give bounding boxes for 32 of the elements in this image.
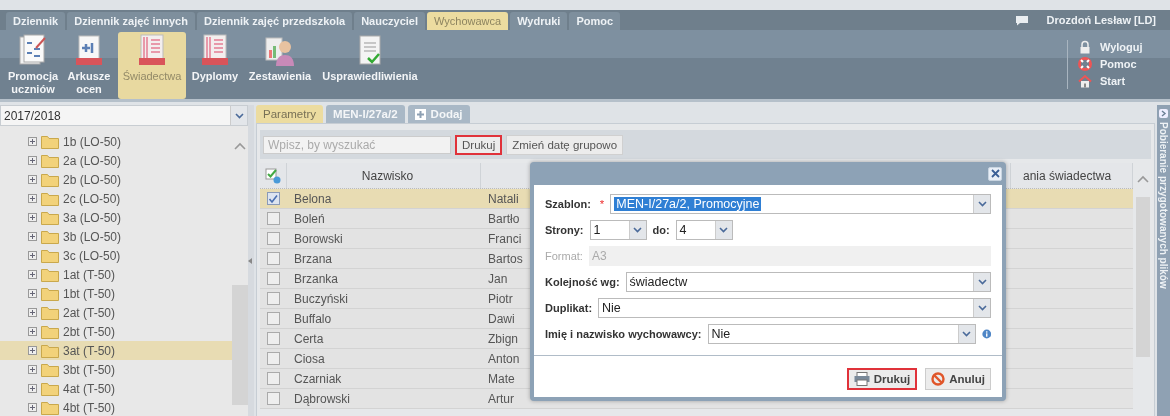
field-label: do: xyxy=(652,224,670,236)
table-cell: Bartło xyxy=(488,211,520,226)
table-cell: Brzana xyxy=(294,251,333,266)
field-label: Imię i nazwisko wychowawcy: xyxy=(545,328,702,340)
table-cell: Jan xyxy=(488,271,508,286)
table-cell: Buffalo xyxy=(294,311,332,326)
table-cell: Ciosa xyxy=(294,351,325,366)
table-cell: Dawi xyxy=(488,311,515,326)
table-cell: Dąbrowski xyxy=(294,391,350,406)
table-cell: Zbign xyxy=(488,331,519,346)
table-cell: Mate xyxy=(488,371,515,386)
field-label: Szablon: xyxy=(545,198,591,210)
field-label: Format: xyxy=(545,250,583,262)
required-mark: * xyxy=(599,198,605,210)
table-cell: Piotr xyxy=(488,291,513,306)
table-cell: Franci xyxy=(488,231,522,246)
table-cell: Bartos xyxy=(488,251,523,266)
table-cell: Buczyński xyxy=(294,291,349,306)
field-label: Kolejność wg: xyxy=(545,276,620,288)
table-cell: Natali xyxy=(488,191,519,206)
readonly-field: A3 xyxy=(588,246,991,266)
table-cell: Anton xyxy=(488,351,520,366)
table-cell: Artur xyxy=(488,391,514,406)
table-cell: Brzanka xyxy=(294,271,339,286)
table-cell: Belona xyxy=(294,191,332,206)
table-cell: Czarniak xyxy=(294,371,342,386)
field-label: Strony: xyxy=(545,224,584,236)
side-panel-title: Pobieranie przygotowanych plików xyxy=(1158,122,1169,289)
table-cell: Certa xyxy=(294,331,324,346)
field-label: Duplikat: xyxy=(545,302,593,314)
table-cell: Boleń xyxy=(294,211,325,226)
table-cell: Borowski xyxy=(294,231,343,246)
